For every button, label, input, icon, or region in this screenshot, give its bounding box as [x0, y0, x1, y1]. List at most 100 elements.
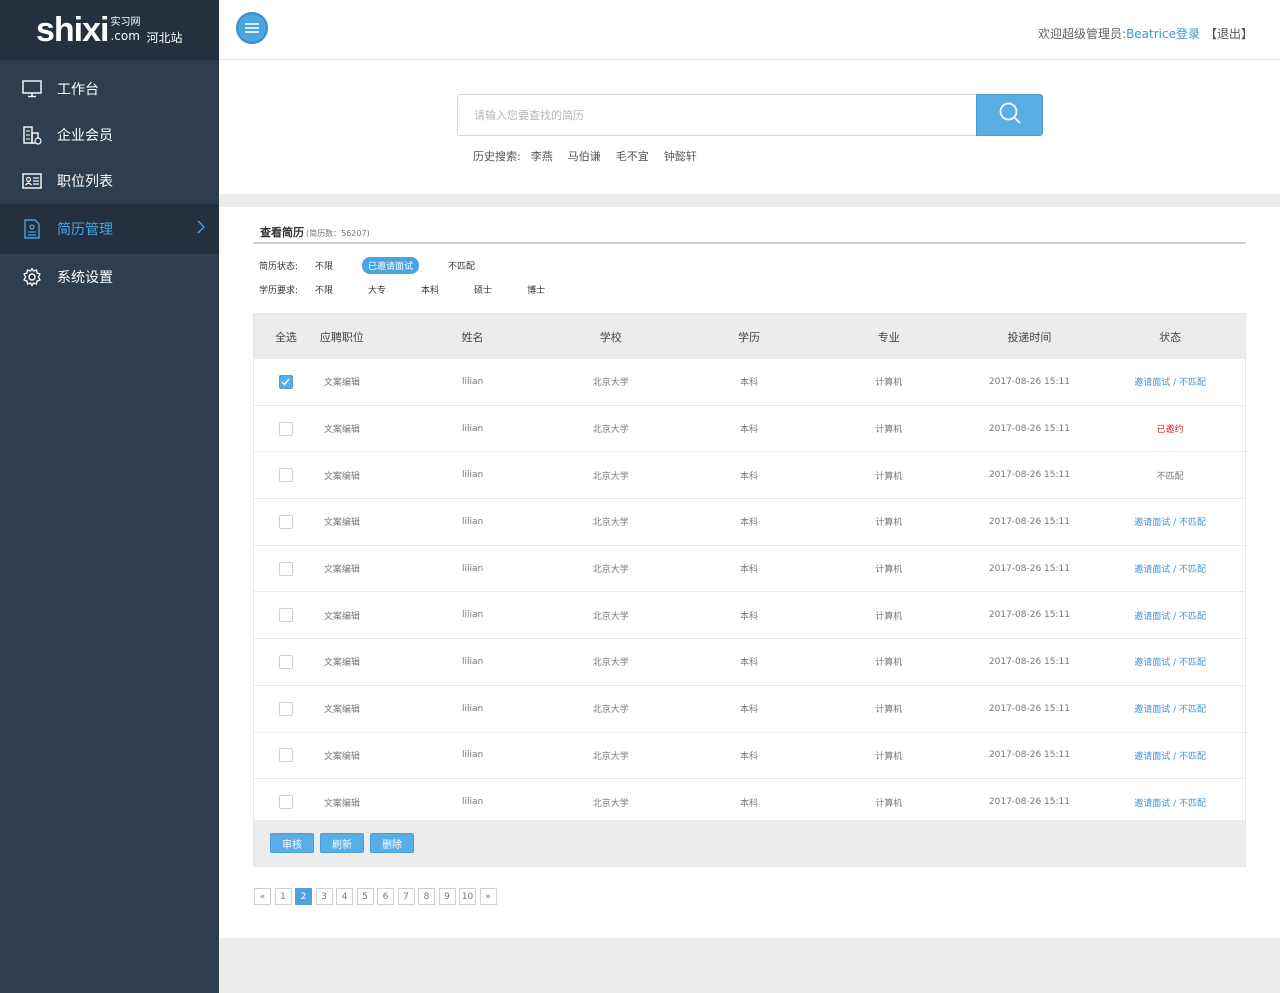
- username[interactable]: Beatrice登录: [1126, 27, 1200, 41]
- status-filter: 简历状态: 不限 已邀请面试 不匹配: [259, 257, 504, 274]
- cell-education: 本科: [740, 705, 759, 716]
- sidebar-item-label: 简历管理: [57, 222, 113, 238]
- cell-name: lilian: [461, 516, 484, 527]
- row-select-cell: [254, 654, 318, 669]
- id-card-icon: [22, 171, 42, 191]
- cell-position: 文案编辑: [323, 798, 360, 809]
- cell-school: 北京大学: [592, 425, 629, 436]
- row-checkbox[interactable]: [278, 514, 293, 529]
- row-checkbox[interactable]: [278, 748, 293, 763]
- column-header: 学校: [599, 330, 622, 344]
- history-item[interactable]: 钟懿轩: [664, 148, 697, 164]
- select-all-header[interactable]: 全选: [254, 329, 318, 345]
- cell-position: 文案编辑: [323, 751, 360, 762]
- status-option[interactable]: 不匹配: [442, 257, 481, 274]
- section-title-text: 查看简历: [260, 226, 304, 239]
- row-checkbox[interactable]: [278, 561, 293, 576]
- cell-major: 计算机: [875, 705, 903, 716]
- edu-option[interactable]: 不限: [309, 281, 339, 298]
- history-item[interactable]: 马伯谦: [568, 148, 601, 164]
- cell-major: 计算机: [875, 425, 903, 436]
- row-checkbox[interactable]: [278, 468, 293, 483]
- cell-status[interactable]: 邀请面试 / 不匹配: [1095, 609, 1245, 622]
- logout-button[interactable]: 【退出】: [1205, 25, 1253, 42]
- refresh-button[interactable]: 刷新: [320, 833, 364, 853]
- page-button[interactable]: 1: [274, 888, 292, 905]
- edu-option[interactable]: 硕士: [468, 281, 498, 298]
- sidebar-item-enterprise[interactable]: 企业会员: [0, 112, 219, 158]
- sidebar-item-settings[interactable]: 系统设置: [0, 254, 219, 300]
- cell-time: 2017-08-26 15:11: [988, 703, 1070, 714]
- cell-status[interactable]: 邀请面试 / 不匹配: [1095, 515, 1245, 528]
- table-row: 文案编辑 lilian 北京大学 本科 计算机 2017-08-26 15:11 已邀约: [254, 406, 1245, 453]
- history-item[interactable]: 毛不宜: [616, 148, 649, 164]
- review-button[interactable]: 审核: [270, 833, 314, 853]
- cell-name: lilian: [461, 797, 484, 808]
- page-button[interactable]: 4: [336, 888, 353, 905]
- cell-status[interactable]: 邀请面试 / 不匹配: [1095, 562, 1245, 575]
- page-button[interactable]: 9: [438, 888, 456, 905]
- cell-major: 计算机: [875, 751, 903, 762]
- logo[interactable]: shixi 实习网 .com 河北站: [0, 0, 219, 60]
- edu-option[interactable]: 本科: [415, 281, 445, 298]
- page-button[interactable]: 10: [459, 888, 476, 905]
- edu-option[interactable]: 博士: [521, 281, 551, 298]
- page-next-button[interactable]: »: [479, 888, 497, 905]
- sidebar-item-workbench[interactable]: 工作台: [0, 66, 219, 112]
- page-button[interactable]: 5: [356, 888, 374, 905]
- check-icon: [281, 378, 290, 386]
- sidebar-item-resume[interactable]: 简历管理: [0, 204, 219, 254]
- status-option[interactable]: 不限: [309, 257, 339, 274]
- cell-status[interactable]: 邀请面试 / 不匹配: [1095, 375, 1245, 388]
- cell-position: 文案编辑: [323, 518, 360, 529]
- section-header: 查看简历 (简历数：56207): [253, 222, 1246, 244]
- row-checkbox[interactable]: [278, 374, 293, 389]
- page-button[interactable]: 6: [377, 888, 394, 905]
- cell-status[interactable]: 邀请面试 / 不匹配: [1095, 655, 1245, 668]
- table-row: 文案编辑 lilian 北京大学 本科 计算机 2017-08-26 15:11 邀请面试 …: [254, 686, 1245, 733]
- section-title: 查看简历 (简历数：56207): [260, 224, 370, 240]
- status-option-selected[interactable]: 已邀请面试: [362, 257, 420, 274]
- cell-major: 计算机: [875, 518, 903, 529]
- cell-position: 文案编辑: [323, 658, 360, 669]
- cell-name: lilian: [461, 376, 484, 387]
- edu-option[interactable]: 大专: [362, 281, 392, 298]
- cell-school: 北京大学: [592, 658, 629, 669]
- table-row: 文案编辑 lilian 北京大学 本科 计算机 2017-08-26 15:11 邀请面试 …: [254, 359, 1245, 406]
- history-item[interactable]: 李燕: [531, 148, 553, 164]
- row-checkbox[interactable]: [278, 421, 293, 436]
- delete-button[interactable]: 删除: [370, 833, 414, 853]
- table-body: 文案编辑 lilian 北京大学 本科 计算机 2017-08-26 15:11 邀请面试 …: [254, 359, 1245, 826]
- cell-school: 北京大学: [592, 705, 629, 716]
- search-button[interactable]: [976, 94, 1043, 136]
- cell-status[interactable]: 邀请面试 / 不匹配: [1095, 749, 1245, 762]
- cell-status[interactable]: 邀请面试 / 不匹配: [1095, 796, 1245, 809]
- cell-education: 本科: [740, 565, 759, 576]
- row-checkbox[interactable]: [278, 608, 293, 623]
- cell-time: 2017-08-26 15:11: [988, 610, 1070, 621]
- page-button[interactable]: 3: [315, 888, 333, 905]
- row-select-cell: [254, 608, 318, 623]
- cell-school: 北京大学: [592, 518, 629, 529]
- cell-education: 本科: [740, 425, 759, 436]
- cell-education: 本科: [740, 798, 759, 809]
- page-button[interactable]: 7: [397, 888, 415, 905]
- sidebar-item-label: 职位列表: [57, 174, 113, 190]
- page-current[interactable]: 2: [295, 888, 312, 905]
- search-panel: 历史搜索: 李燕 马伯谦 毛不宜 钟懿轩: [219, 60, 1280, 194]
- cell-school: 北京大学: [592, 798, 629, 809]
- sidebar-item-jobs[interactable]: 职位列表: [0, 158, 219, 204]
- row-checkbox[interactable]: [278, 654, 293, 669]
- row-select-cell: [254, 748, 318, 763]
- cell-position: 文案编辑: [323, 378, 360, 389]
- page-button[interactable]: 8: [418, 888, 435, 905]
- cell-time: 2017-08-26 15:11: [988, 563, 1070, 574]
- cell-education: 本科: [740, 471, 759, 482]
- cell-major: 计算机: [875, 611, 903, 622]
- page-prev-button[interactable]: «: [254, 888, 271, 905]
- menu-toggle-button[interactable]: [236, 12, 268, 44]
- search-input[interactable]: [457, 94, 977, 136]
- row-checkbox[interactable]: [278, 795, 293, 810]
- cell-status[interactable]: 邀请面试 / 不匹配: [1095, 702, 1245, 715]
- row-checkbox[interactable]: [278, 701, 293, 716]
